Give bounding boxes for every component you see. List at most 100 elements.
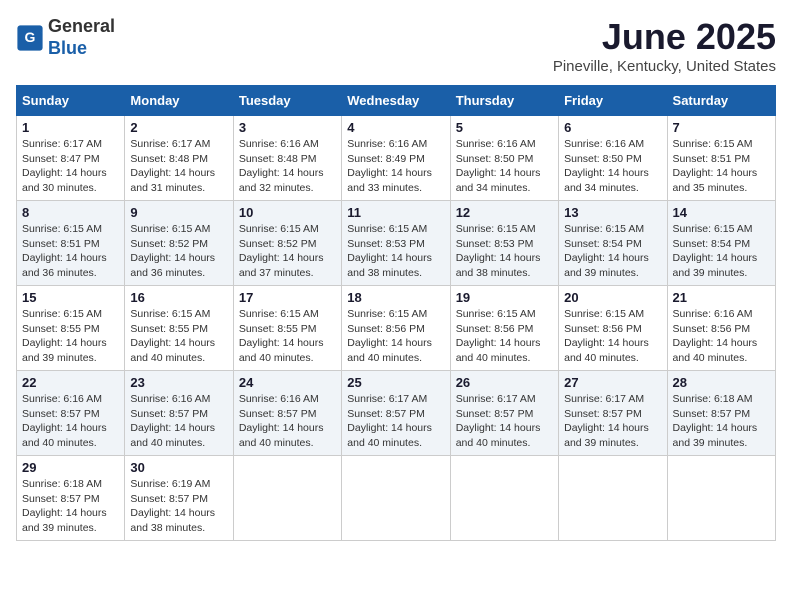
calendar-cell: 8 Sunrise: 6:15 AM Sunset: 8:51 PM Dayli… (17, 201, 125, 286)
day-info: Sunrise: 6:17 AM Sunset: 8:57 PM Dayligh… (347, 392, 444, 451)
sunrise: Sunrise: 6:17 AM (22, 138, 102, 150)
day-info: Sunrise: 6:16 AM Sunset: 8:50 PM Dayligh… (456, 137, 553, 196)
daylight: Daylight: 14 hours and 39 minutes. (564, 252, 649, 279)
daylight: Daylight: 14 hours and 30 minutes. (22, 167, 107, 194)
sunrise: Sunrise: 6:15 AM (564, 223, 644, 235)
day-info: Sunrise: 6:16 AM Sunset: 8:56 PM Dayligh… (673, 307, 770, 366)
sunset: Sunset: 8:57 PM (673, 408, 751, 420)
day-info: Sunrise: 6:17 AM Sunset: 8:48 PM Dayligh… (130, 137, 227, 196)
day-info: Sunrise: 6:16 AM Sunset: 8:49 PM Dayligh… (347, 137, 444, 196)
calendar-cell (450, 456, 558, 541)
sunrise: Sunrise: 6:16 AM (347, 138, 427, 150)
sunset: Sunset: 8:50 PM (564, 153, 642, 165)
sunset: Sunset: 8:50 PM (456, 153, 534, 165)
calendar-cell: 14 Sunrise: 6:15 AM Sunset: 8:54 PM Dayl… (667, 201, 775, 286)
day-info: Sunrise: 6:15 AM Sunset: 8:56 PM Dayligh… (564, 307, 661, 366)
daylight: Daylight: 14 hours and 38 minutes. (130, 507, 215, 534)
sunrise: Sunrise: 6:15 AM (456, 308, 536, 320)
daylight: Daylight: 14 hours and 38 minutes. (456, 252, 541, 279)
sunrise: Sunrise: 6:15 AM (130, 223, 210, 235)
calendar-cell: 1 Sunrise: 6:17 AM Sunset: 8:47 PM Dayli… (17, 116, 125, 201)
day-info: Sunrise: 6:15 AM Sunset: 8:56 PM Dayligh… (456, 307, 553, 366)
daylight: Daylight: 14 hours and 35 minutes. (673, 167, 758, 194)
sunrise: Sunrise: 6:17 AM (456, 393, 536, 405)
day-info: Sunrise: 6:15 AM Sunset: 8:51 PM Dayligh… (673, 137, 770, 196)
day-number: 9 (130, 205, 227, 220)
title-area: June 2025 Pineville, Kentucky, United St… (553, 16, 776, 75)
weekday-header-thursday: Thursday (450, 86, 558, 116)
weekday-header-wednesday: Wednesday (342, 86, 450, 116)
day-info: Sunrise: 6:16 AM Sunset: 8:48 PM Dayligh… (239, 137, 336, 196)
daylight: Daylight: 14 hours and 40 minutes. (239, 422, 324, 449)
daylight: Daylight: 14 hours and 39 minutes. (22, 337, 107, 364)
sunset: Sunset: 8:57 PM (347, 408, 425, 420)
daylight: Daylight: 14 hours and 39 minutes. (22, 507, 107, 534)
sunrise: Sunrise: 6:15 AM (130, 308, 210, 320)
sunset: Sunset: 8:57 PM (564, 408, 642, 420)
sunrise: Sunrise: 6:16 AM (564, 138, 644, 150)
sunrise: Sunrise: 6:17 AM (347, 393, 427, 405)
sunrise: Sunrise: 6:16 AM (673, 308, 753, 320)
sunset: Sunset: 8:49 PM (347, 153, 425, 165)
calendar-cell (342, 456, 450, 541)
calendar-cell: 5 Sunrise: 6:16 AM Sunset: 8:50 PM Dayli… (450, 116, 558, 201)
day-info: Sunrise: 6:15 AM Sunset: 8:53 PM Dayligh… (456, 222, 553, 281)
day-info: Sunrise: 6:16 AM Sunset: 8:50 PM Dayligh… (564, 137, 661, 196)
calendar-cell: 16 Sunrise: 6:15 AM Sunset: 8:55 PM Dayl… (125, 286, 233, 371)
sunset: Sunset: 8:56 PM (673, 323, 751, 335)
location-title: Pineville, Kentucky, United States (553, 58, 776, 75)
sunset: Sunset: 8:51 PM (673, 153, 751, 165)
daylight: Daylight: 14 hours and 39 minutes. (673, 252, 758, 279)
daylight: Daylight: 14 hours and 40 minutes. (130, 422, 215, 449)
logo-general: General (48, 16, 115, 36)
sunset: Sunset: 8:56 PM (564, 323, 642, 335)
calendar-cell: 11 Sunrise: 6:15 AM Sunset: 8:53 PM Dayl… (342, 201, 450, 286)
sunrise: Sunrise: 6:15 AM (22, 223, 102, 235)
sunset: Sunset: 8:52 PM (130, 238, 208, 250)
sunset: Sunset: 8:57 PM (239, 408, 317, 420)
calendar-cell: 9 Sunrise: 6:15 AM Sunset: 8:52 PM Dayli… (125, 201, 233, 286)
calendar-cell: 22 Sunrise: 6:16 AM Sunset: 8:57 PM Dayl… (17, 371, 125, 456)
daylight: Daylight: 14 hours and 40 minutes. (456, 422, 541, 449)
day-number: 7 (673, 120, 770, 135)
day-number: 21 (673, 290, 770, 305)
day-number: 30 (130, 460, 227, 475)
calendar-cell (233, 456, 341, 541)
sunset: Sunset: 8:48 PM (239, 153, 317, 165)
sunset: Sunset: 8:52 PM (239, 238, 317, 250)
sunrise: Sunrise: 6:15 AM (239, 308, 319, 320)
day-number: 5 (456, 120, 553, 135)
daylight: Daylight: 14 hours and 34 minutes. (456, 167, 541, 194)
day-number: 20 (564, 290, 661, 305)
daylight: Daylight: 14 hours and 39 minutes. (673, 422, 758, 449)
calendar-cell: 18 Sunrise: 6:15 AM Sunset: 8:56 PM Dayl… (342, 286, 450, 371)
calendar-week-row: 15 Sunrise: 6:15 AM Sunset: 8:55 PM Dayl… (17, 286, 776, 371)
daylight: Daylight: 14 hours and 40 minutes. (239, 337, 324, 364)
day-number: 17 (239, 290, 336, 305)
day-number: 3 (239, 120, 336, 135)
sunrise: Sunrise: 6:18 AM (673, 393, 753, 405)
day-number: 27 (564, 375, 661, 390)
svg-text:G: G (25, 29, 36, 45)
sunrise: Sunrise: 6:16 AM (456, 138, 536, 150)
day-number: 13 (564, 205, 661, 220)
sunrise: Sunrise: 6:18 AM (22, 478, 102, 490)
day-info: Sunrise: 6:15 AM Sunset: 8:51 PM Dayligh… (22, 222, 119, 281)
day-info: Sunrise: 6:15 AM Sunset: 8:53 PM Dayligh… (347, 222, 444, 281)
daylight: Daylight: 14 hours and 40 minutes. (673, 337, 758, 364)
day-number: 15 (22, 290, 119, 305)
sunrise: Sunrise: 6:16 AM (239, 393, 319, 405)
sunrise: Sunrise: 6:17 AM (130, 138, 210, 150)
calendar-cell: 27 Sunrise: 6:17 AM Sunset: 8:57 PM Dayl… (559, 371, 667, 456)
weekday-header-friday: Friday (559, 86, 667, 116)
day-number: 12 (456, 205, 553, 220)
day-number: 23 (130, 375, 227, 390)
sunset: Sunset: 8:54 PM (564, 238, 642, 250)
daylight: Daylight: 14 hours and 40 minutes. (347, 337, 432, 364)
day-info: Sunrise: 6:15 AM Sunset: 8:54 PM Dayligh… (673, 222, 770, 281)
sunrise: Sunrise: 6:15 AM (456, 223, 536, 235)
daylight: Daylight: 14 hours and 36 minutes. (130, 252, 215, 279)
calendar-cell: 7 Sunrise: 6:15 AM Sunset: 8:51 PM Dayli… (667, 116, 775, 201)
header: G General Blue June 2025 Pineville, Kent… (16, 16, 776, 75)
daylight: Daylight: 14 hours and 37 minutes. (239, 252, 324, 279)
